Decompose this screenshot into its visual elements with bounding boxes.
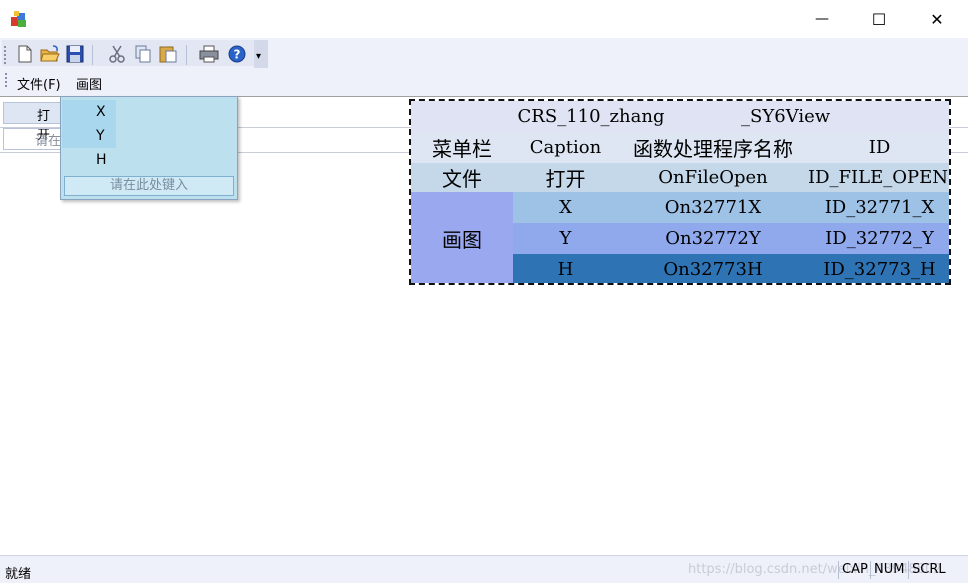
cell-file-menu: 文件 [442, 167, 482, 191]
cell-y-handler: On32772Y [665, 228, 761, 249]
toolbar-overflow-button[interactable]: ▾ [254, 40, 268, 68]
draw-menu-item-x[interactable]: X [62, 100, 116, 124]
mfc-app-icon[interactable] [9, 9, 29, 29]
minimize-icon: — [815, 11, 829, 27]
cell-x-caption: X [559, 197, 572, 218]
title-bar: — ☐ ✕ [0, 0, 968, 38]
toolbar-separator [186, 45, 187, 65]
cell-open-caption: 打开 [545, 167, 586, 191]
annotation-project: CRS_110_zhang [517, 106, 665, 127]
open-icon[interactable] [39, 43, 61, 65]
close-button[interactable]: ✕ [908, 0, 966, 38]
draw-menu-item-y-label: Y [96, 128, 105, 144]
header-handler: 函数处理程序名称 [633, 137, 793, 161]
menu-editor-open-item[interactable]: 打开 [3, 102, 63, 143]
chevron-down-icon: ▾ [256, 51, 262, 62]
cell-x-id: ID_32771_X [824, 197, 935, 218]
menu-draw[interactable]: 画图 [76, 74, 102, 93]
cell-open-handler: OnFileOpen [658, 167, 768, 188]
save-icon[interactable] [64, 43, 86, 65]
print-icon[interactable] [198, 43, 220, 65]
cell-y-id: ID_32772_Y [825, 228, 934, 249]
status-bar: 就绪 https://blog.csdn.net/weixin_43948802… [0, 555, 968, 583]
toolbar-strip: ? ▾ [2, 40, 268, 68]
indicator-cap: CAP [838, 561, 871, 579]
header-id: ID [868, 137, 891, 158]
draw-menu-item-x-label: X [96, 104, 106, 120]
cell-h-handler: On32773H [663, 259, 763, 280]
close-icon: ✕ [930, 9, 944, 29]
cell-open-id: ID_FILE_OPEN [808, 167, 948, 188]
maximize-icon: ☐ [871, 9, 887, 29]
menu-editor: 打开 请在 [0, 102, 63, 150]
draw-menu-item-h[interactable]: H [62, 148, 116, 172]
header-menubar: 菜单栏 [432, 137, 492, 161]
cell-h-id: ID_32773_H [823, 259, 936, 280]
cell-y-caption: Y [559, 228, 572, 249]
minimize-button[interactable]: — [793, 0, 851, 38]
new-icon[interactable] [14, 43, 36, 65]
draw-menu-item-y[interactable]: Y [62, 124, 116, 148]
draw-menu-type-here[interactable]: 请在此处键入 [64, 176, 234, 196]
toolbar-separator [92, 45, 93, 65]
annotation-table: CRS_110_zhang _SY6View 菜单栏 Caption 函数处理程… [409, 99, 951, 285]
toolbar: ? ▾ [0, 38, 968, 68]
copy-icon[interactable] [132, 43, 154, 65]
draw-menu-item-h-label: H [96, 152, 107, 168]
paste-icon[interactable] [157, 43, 179, 65]
cell-h-caption: H [557, 259, 574, 280]
menu-editor-type-here[interactable]: 请在 [3, 128, 63, 150]
menu-file[interactable]: 文件(F) [17, 74, 61, 93]
toolbar-grip[interactable] [4, 46, 6, 64]
menu-bar: 文件(F) 画图 [0, 68, 968, 96]
maximize-button[interactable]: ☐ [850, 0, 908, 38]
indicator-scrl: SCRL [908, 561, 949, 579]
help-icon[interactable]: ? [226, 43, 248, 65]
indicator-num: NUM [870, 561, 907, 579]
cell-draw-menu: 画图 [411, 192, 513, 283]
draw-menu-dropdown: X Y H 请在此处键入 [60, 96, 238, 200]
status-ready: 就绪 [5, 567, 32, 582]
cell-x-handler: On32771X [664, 197, 762, 218]
header-caption: Caption [529, 137, 602, 158]
menubar-grip[interactable] [5, 73, 7, 89]
cut-icon[interactable] [106, 43, 128, 65]
menu-editor-type-here-label: 请在 [35, 134, 62, 149]
annotation-view: _SY6View [741, 106, 831, 127]
svg-text:?: ? [234, 48, 241, 62]
